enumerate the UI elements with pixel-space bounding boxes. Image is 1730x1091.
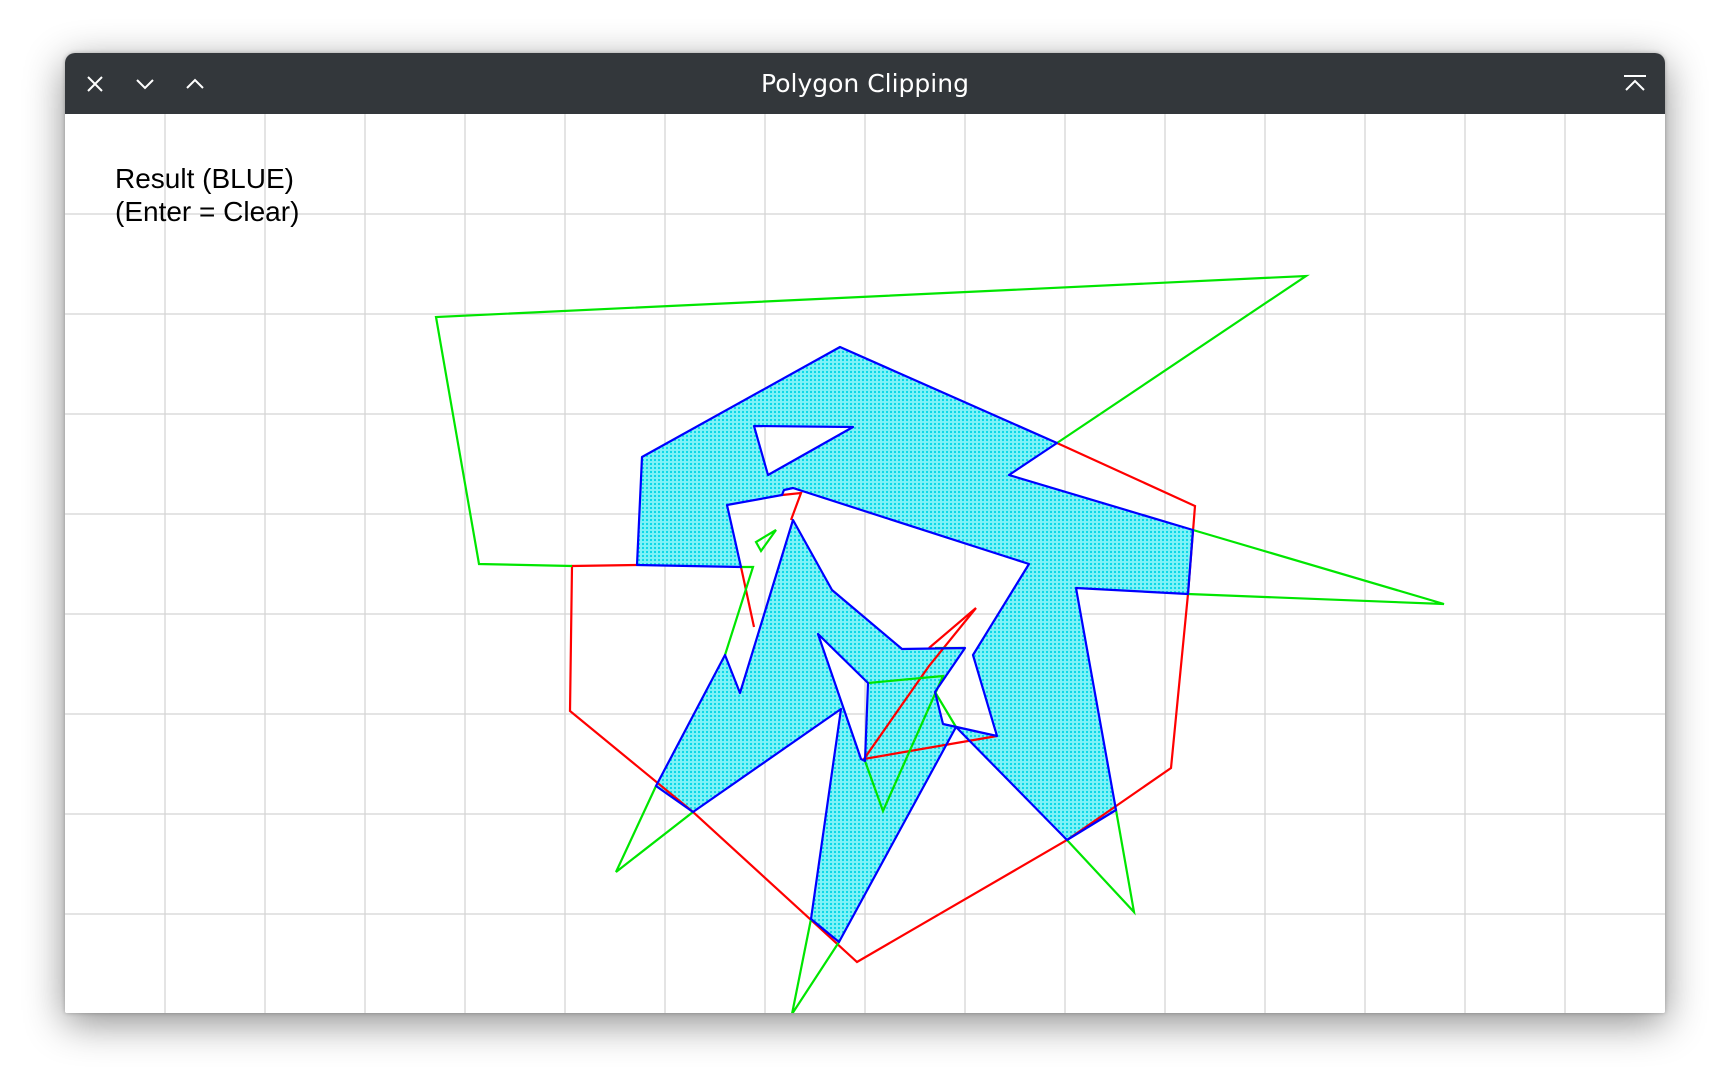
subject-polygon-right <box>1187 528 1445 606</box>
subject-polygon-inner <box>723 565 755 656</box>
info-line-result: Result (BLUE) <box>115 163 294 194</box>
app-window: Polygon Clipping Result (BLUE) (Enter = … <box>65 53 1665 1013</box>
window-title: Polygon Clipping <box>761 69 969 98</box>
keep-above-icon <box>1624 75 1646 91</box>
info-line-hint: (Enter = Clear) <box>115 196 300 227</box>
drawing-canvas[interactable]: Result (BLUE) (Enter = Clear) <box>65 114 1665 1013</box>
subject-polygon-small-triangle <box>754 529 777 554</box>
clip-polygon-notch <box>781 491 803 521</box>
titlebar: Polygon Clipping <box>65 53 1665 114</box>
canvas-drawing <box>65 114 1665 1013</box>
result-fill <box>637 347 1193 942</box>
info-text: Result (BLUE) (Enter = Clear) <box>115 162 299 228</box>
keep-above-button[interactable] <box>1618 67 1652 101</box>
